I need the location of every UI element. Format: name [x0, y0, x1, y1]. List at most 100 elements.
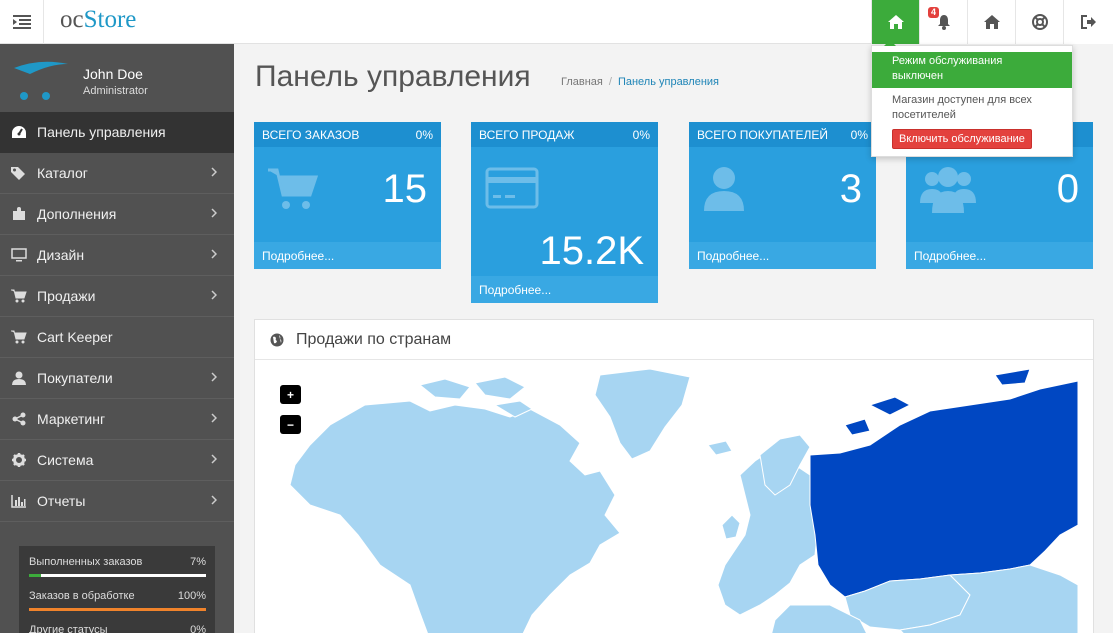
maintenance-description: Магазин доступен для всех посетителей	[892, 94, 1032, 121]
sidebar-item-reports[interactable]: Отчеты	[0, 481, 234, 522]
home-icon	[983, 15, 1000, 29]
globe-icon	[270, 333, 284, 346]
sidebar-item-label: Панель управления	[37, 124, 166, 140]
sidebar-item-label: Отчеты	[37, 493, 86, 509]
sidebar-item-extensions[interactable]: Дополнения	[0, 194, 234, 235]
order-stats-panel: Выполненных заказов 7% Заказов в обработк…	[19, 546, 215, 633]
user-name: John Doe	[83, 66, 143, 82]
notifications-button[interactable]: 4	[919, 0, 967, 44]
stat-processing-orders: Заказов в обработке 100%	[29, 590, 206, 611]
maintenance-dropdown: Режим обслуживания выключен Магазин дост…	[871, 40, 1073, 157]
tile-value: 0	[1056, 167, 1079, 211]
sidebar-item-label: Каталог	[37, 165, 88, 181]
user-role: Administrator	[83, 85, 148, 97]
chevron-right-icon	[211, 454, 217, 464]
stat-value: 7%	[190, 556, 206, 568]
chevron-right-icon	[211, 249, 217, 259]
sidebar-item-system[interactable]: Система	[0, 440, 234, 481]
chevron-right-icon	[211, 290, 217, 300]
stat-value: 0%	[190, 624, 206, 633]
dropdown-arrow	[884, 40, 896, 46]
opencart-logo-icon	[14, 61, 68, 100]
logout-button[interactable]	[1063, 0, 1113, 44]
progress-bar	[29, 608, 206, 611]
breadcrumb-home-link[interactable]: Главная	[561, 76, 603, 88]
stat-label: Заказов в обработке	[29, 590, 135, 602]
panel-title: Продажи по странам	[296, 330, 452, 348]
breadcrumb-current-link[interactable]: Панель управления	[618, 76, 719, 88]
enable-maintenance-button[interactable]: Включить обслуживание	[892, 129, 1032, 149]
stat-label: Выполненных заказов	[29, 556, 143, 568]
store-home-button[interactable]	[967, 0, 1015, 44]
map-region-uk	[721, 514, 741, 540]
sidebar-item-marketing[interactable]: Маркетинг	[0, 399, 234, 440]
sidebar-item-catalog[interactable]: Каталог	[0, 153, 234, 194]
dashboard-icon	[12, 126, 26, 138]
help-button[interactable]	[1015, 0, 1063, 44]
desktop-icon	[11, 248, 27, 262]
tile-total-orders: ВСЕГО ЗАКАЗОВ 0% 15 Подробнее...	[254, 122, 441, 269]
chevron-right-icon	[211, 413, 217, 423]
sidebar-item-label: Система	[37, 452, 94, 468]
tile-more-link[interactable]: Подробнее...	[254, 242, 441, 269]
sidebar-item-label: Cart Keeper	[37, 329, 113, 345]
puzzle-icon	[13, 207, 25, 220]
user-icon	[704, 167, 744, 211]
sidebar-item-sales[interactable]: Продажи	[0, 276, 234, 317]
credit-card-icon	[485, 167, 539, 209]
hamburger-indent-icon	[12, 15, 31, 29]
map-region-russia	[809, 380, 1078, 598]
progress-bar-fill	[29, 574, 42, 577]
user-profile[interactable]: John Doe Administrator	[0, 44, 234, 112]
notification-badge: 4	[928, 7, 940, 18]
user-icon	[12, 371, 26, 385]
life-ring-icon	[1031, 14, 1048, 30]
share-icon	[12, 412, 26, 426]
map-region-greenland	[594, 368, 691, 460]
sidebar-item-label: Покупатели	[37, 370, 113, 386]
users-icon	[920, 167, 976, 213]
tile-total-customers: ВСЕГО ПОКУПАТЕЛЕЙ 0% 3 Подробнее...	[689, 122, 876, 269]
tile-total-sales: ВСЕГО ПРОДАЖ 0% 15.2K Подробнее...	[471, 122, 658, 303]
sidebar-item-customers[interactable]: Покупатели	[0, 358, 234, 399]
tile-more-link[interactable]: Подробнее...	[471, 276, 658, 303]
progress-bar-fill	[29, 608, 206, 611]
tile-more-link[interactable]: Подробнее...	[689, 242, 876, 269]
sidebar-item-design[interactable]: Дизайн	[0, 235, 234, 276]
sidebar-item-dashboard[interactable]: Панель управления	[0, 112, 234, 153]
tile-percent: 0%	[632, 127, 650, 142]
stat-label: Другие статусы	[29, 624, 108, 633]
sidebar-item-label: Дизайн	[37, 247, 85, 263]
tags-icon	[11, 167, 25, 180]
sidebar-item-label: Продажи	[37, 288, 96, 304]
sidebar-item-label: Маркетинг	[37, 411, 106, 427]
app-logo[interactable]: ocStore	[60, 6, 136, 34]
tile-heading: ВСЕГО ПРОДАЖ	[479, 127, 575, 142]
chevron-right-icon	[211, 167, 217, 177]
stat-other-statuses: Другие статусы 0%	[29, 624, 206, 633]
top-header: ocStore 4	[0, 0, 1113, 44]
tile-percent: 0%	[850, 127, 868, 142]
tile-heading: ВСЕГО ПОКУПАТЕЛЕЙ	[697, 127, 829, 142]
chevron-right-icon	[211, 208, 217, 218]
world-map[interactable]	[270, 365, 1078, 633]
bar-chart-icon	[11, 495, 26, 508]
panel-heading: Продажи по странам	[255, 320, 1093, 360]
header-home-active-button[interactable]	[871, 0, 919, 44]
stat-value: 100%	[177, 590, 206, 602]
tile-heading: ВСЕГО ЗАКАЗОВ	[262, 127, 360, 142]
sign-out-icon	[1080, 15, 1096, 29]
cart-icon	[11, 289, 27, 303]
tile-value: 15.2K	[539, 229, 644, 273]
menu-toggle-button[interactable]	[0, 0, 44, 44]
sidebar-item-label: Дополнения	[37, 206, 117, 222]
logo-prefix: oc	[60, 6, 84, 33]
tile-percent: 0%	[415, 127, 433, 142]
cart-plus-icon	[11, 330, 27, 344]
tile-more-link[interactable]: Подробнее...	[906, 242, 1093, 269]
stat-completed-orders: Выполненных заказов 7%	[29, 556, 206, 577]
page-title: Панель управления	[255, 60, 531, 93]
breadcrumb: Главная / Панель управления	[561, 76, 719, 88]
sidebar-item-cart-keeper[interactable]: Cart Keeper	[0, 317, 234, 358]
chevron-right-icon	[211, 495, 217, 505]
